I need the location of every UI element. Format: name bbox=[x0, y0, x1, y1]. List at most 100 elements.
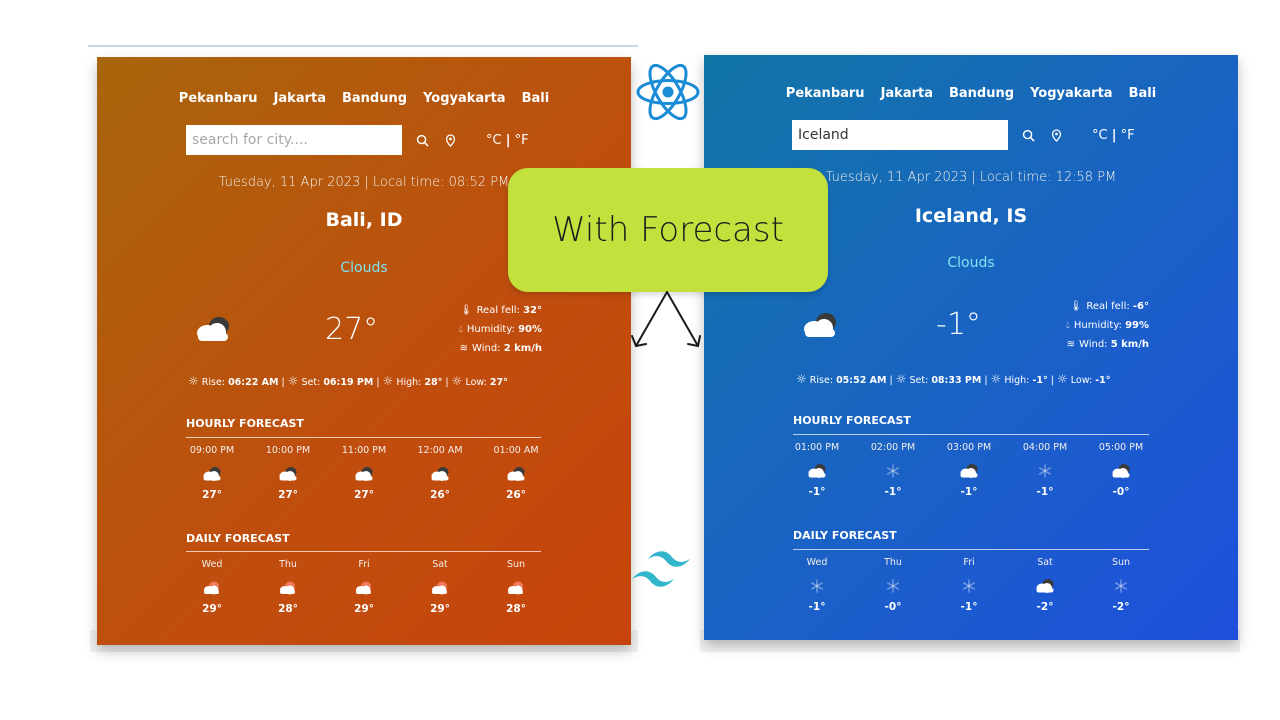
forecast-item: Sat -2° bbox=[1016, 557, 1074, 613]
daily-forecast-row: Wed -1° Thu -0° Fri -1° Sat -2° Sun -2° bbox=[788, 557, 1150, 613]
forecast-temperature: 29° bbox=[202, 603, 222, 615]
humidity-label: Humidity: bbox=[1073, 320, 1126, 331]
feels-like-value: -6° bbox=[1132, 301, 1149, 312]
nav-city-yogyakarta[interactable]: Yogyakarta bbox=[1030, 86, 1113, 101]
forecast-item: Sat 29° bbox=[411, 559, 469, 615]
forecast-temperature: -1° bbox=[808, 486, 826, 498]
search-row: °C | °F bbox=[792, 120, 1135, 150]
unit-separator: | bbox=[505, 132, 511, 148]
search-row: °C | °F bbox=[186, 125, 529, 155]
humidity-label: Humidity: bbox=[466, 324, 519, 335]
cloud-icon bbox=[193, 315, 233, 347]
rain-cloud-icon bbox=[430, 573, 450, 603]
low-icon: ☼ bbox=[1056, 372, 1068, 386]
forecast-time: Wed bbox=[806, 557, 828, 568]
celsius-button[interactable]: °C bbox=[1092, 128, 1108, 143]
search-icon[interactable] bbox=[1020, 127, 1036, 143]
set-value: 06:19 PM bbox=[323, 377, 374, 388]
nav-city-bali[interactable]: Bali bbox=[1129, 86, 1157, 101]
forecast-temperature: 28° bbox=[506, 603, 526, 615]
forecast-item: 09:00 PM 27° bbox=[183, 445, 241, 501]
forecast-temperature: -1° bbox=[1036, 486, 1054, 498]
forecast-time: Sat bbox=[432, 559, 448, 570]
nav-city-bali[interactable]: Bali bbox=[522, 91, 550, 106]
stat-separator: | bbox=[889, 375, 893, 386]
fahrenheit-button[interactable]: °F bbox=[515, 133, 529, 148]
forecast-temperature: -2° bbox=[1112, 601, 1130, 613]
stat-separator: | bbox=[281, 377, 285, 388]
forecast-time: Sun bbox=[1111, 557, 1131, 568]
forecast-temperature: -0° bbox=[884, 601, 902, 613]
search-input[interactable] bbox=[186, 125, 402, 155]
droplet-icon: 💧︎ bbox=[1065, 320, 1070, 331]
forecast-time: Sat bbox=[1037, 557, 1053, 568]
high-value: -1° bbox=[1032, 375, 1048, 386]
react-logo-icon bbox=[636, 63, 700, 121]
feels-like-value: 32° bbox=[523, 305, 542, 316]
nav-city-yogyakarta[interactable]: Yogyakarta bbox=[423, 91, 506, 106]
forecast-time: 03:00 PM bbox=[946, 442, 992, 453]
forecast-time: Fri bbox=[963, 557, 975, 568]
droplet-icon: 💧︎ bbox=[458, 324, 463, 335]
daily-forecast-row: Wed 29° Thu 28° Fri 29° Sat 29° Sun 28° bbox=[183, 559, 545, 615]
nav-city-bandung[interactable]: Bandung bbox=[342, 91, 407, 106]
wind-icon: ≋ bbox=[459, 343, 469, 354]
section-divider bbox=[186, 551, 541, 552]
thermometer-icon: 🌡︎ bbox=[1069, 301, 1083, 312]
forecast-item: 02:00 PM -1° bbox=[864, 442, 922, 498]
forecast-time: 11:00 PM bbox=[341, 445, 387, 456]
unit-toggle: °C | °F bbox=[1092, 128, 1135, 143]
humidity-value: 99% bbox=[1125, 320, 1149, 331]
nav-city-pekanbaru[interactable]: Pekanbaru bbox=[179, 91, 258, 106]
nav-city-jakarta[interactable]: Jakarta bbox=[274, 91, 326, 106]
tailwind-logo-icon bbox=[632, 551, 690, 587]
city-nav: Pekanbaru Jakarta Bandung Yogyakarta Bal… bbox=[704, 86, 1238, 101]
daily-forecast-title: Daily Forecast bbox=[186, 532, 290, 545]
forecast-temperature: 26° bbox=[430, 489, 450, 501]
low-value: -1° bbox=[1095, 375, 1111, 386]
unit-separator: | bbox=[1111, 127, 1117, 143]
forecast-temperature: -1° bbox=[808, 601, 826, 613]
location-pin-icon[interactable] bbox=[442, 132, 458, 148]
forecast-item: 10:00 PM 27° bbox=[259, 445, 317, 501]
forecast-time: 05:00 PM bbox=[1098, 442, 1144, 453]
forecast-temperature: 27° bbox=[354, 489, 374, 501]
sun-stats: ☼ Rise: 05:52 AM | ☼ Set: 08:33 PM | ☼ H… bbox=[796, 372, 1111, 386]
rise-label: Rise: bbox=[201, 377, 229, 388]
forecast-temperature: -1° bbox=[960, 486, 978, 498]
forecast-temperature: 27° bbox=[202, 489, 222, 501]
search-icon[interactable] bbox=[414, 132, 430, 148]
forecast-item: 01:00 AM 26° bbox=[487, 445, 545, 501]
fahrenheit-button[interactable]: °F bbox=[1121, 128, 1135, 143]
forecast-time: 12:00 AM bbox=[417, 445, 463, 456]
nav-city-pekanbaru[interactable]: Pekanbaru bbox=[786, 86, 865, 101]
wind-label: Wind: bbox=[472, 343, 504, 354]
location-pin-icon[interactable] bbox=[1048, 127, 1064, 143]
weather-details: 🌡︎ Real fell: 32° 💧︎ Humidity: 90% ≋ Wind: … bbox=[459, 301, 542, 358]
current-temperature: -1° bbox=[936, 307, 981, 342]
split-arrows-icon bbox=[631, 291, 701, 348]
search-input[interactable] bbox=[792, 120, 1008, 150]
current-temperature: 27° bbox=[325, 312, 379, 347]
hourly-forecast-title: Hourly Forecast bbox=[793, 414, 911, 427]
nav-city-bandung[interactable]: Bandung bbox=[949, 86, 1014, 101]
forecast-time: 10:00 PM bbox=[265, 445, 311, 456]
wind-value: 5 km/h bbox=[1110, 339, 1149, 350]
forecast-item: 11:00 PM 27° bbox=[335, 445, 393, 501]
forecast-temperature: 27° bbox=[278, 489, 298, 501]
snow-icon bbox=[885, 571, 901, 601]
forecast-item: Sun -2° bbox=[1092, 557, 1150, 613]
cloud-icon bbox=[1110, 456, 1132, 486]
nav-city-jakarta[interactable]: Jakarta bbox=[881, 86, 933, 101]
celsius-button[interactable]: °C bbox=[486, 133, 502, 148]
forecast-time: 01:00 AM bbox=[493, 445, 539, 456]
stat-separator: | bbox=[376, 377, 380, 388]
forecast-item: Thu -0° bbox=[864, 557, 922, 613]
hourly-forecast-row: 09:00 PM 27° 10:00 PM 27° 11:00 PM 27° 12:00 A… bbox=[183, 445, 545, 501]
thermometer-icon: 🌡︎ bbox=[459, 305, 473, 316]
forecast-time: 01:00 PM bbox=[794, 442, 840, 453]
wind-icon: ≋ bbox=[1066, 339, 1076, 350]
forecast-time: Sun bbox=[506, 559, 526, 570]
stat-separator: | bbox=[1050, 375, 1054, 386]
forecast-item: Fri 29° bbox=[335, 559, 393, 615]
